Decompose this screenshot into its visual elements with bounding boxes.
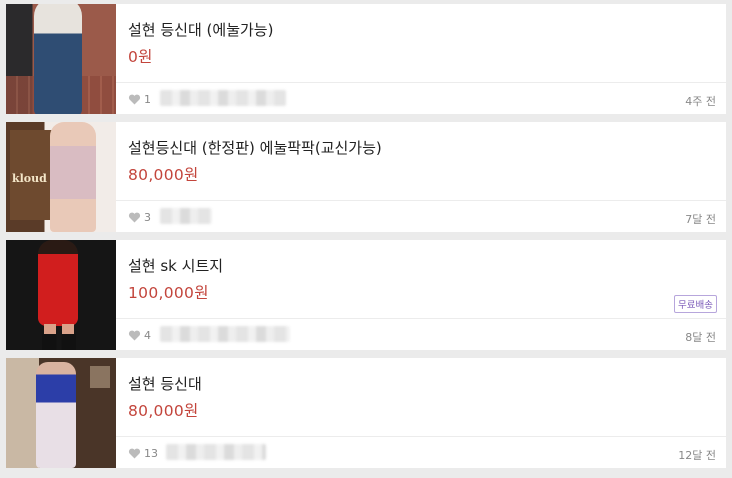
listing-thumbnail[interactable]: kloud <box>6 122 116 232</box>
seller-name-blurred <box>160 90 286 106</box>
like-count-value: 13 <box>144 447 158 460</box>
like-count[interactable]: 4 <box>128 329 151 342</box>
listing-title[interactable]: 설현 등신대 <box>128 373 202 394</box>
listing-card[interactable]: kloud 설현등신대 (한정판) 에눌팍팍(교신가능) 80,000원 3 7… <box>6 122 726 232</box>
listing-time: 7달 전 <box>685 213 716 226</box>
listing-card[interactable]: 설현 등신대 80,000원 13 12달 전 <box>6 358 726 468</box>
heart-icon <box>128 212 141 223</box>
like-count[interactable]: 3 <box>128 211 151 224</box>
heart-icon <box>128 448 141 459</box>
seller-name-blurred <box>166 444 266 460</box>
seller-name-blurred <box>160 208 212 224</box>
listing-title[interactable]: 설현 등신대 (에눌가능) <box>128 19 273 40</box>
divider <box>116 200 726 201</box>
listing-time: 4주 전 <box>685 95 716 108</box>
listing-card[interactable]: 설현 등신대 (에눌가능) 0원 1 4주 전 <box>6 4 726 114</box>
listing-title[interactable]: 설현등신대 (한정판) 에눌팍팍(교신가능) <box>128 137 382 158</box>
listing-price: 0원 <box>128 48 153 66</box>
seller-name-blurred <box>160 326 290 342</box>
like-count-value: 4 <box>144 329 151 342</box>
listing-list: 설현 등신대 (에눌가능) 0원 1 4주 전 kloud 설현등신대 (한정판… <box>0 0 732 478</box>
listing-price: 80,000원 <box>128 166 199 184</box>
listing-thumbnail[interactable] <box>6 4 116 114</box>
like-count-value: 1 <box>144 93 151 106</box>
divider <box>116 82 726 83</box>
listing-price: 80,000원 <box>128 402 199 420</box>
like-count[interactable]: 13 <box>128 447 158 460</box>
like-count[interactable]: 1 <box>128 93 151 106</box>
listing-price: 100,000원 <box>128 284 209 302</box>
free-shipping-badge: 무료배송 <box>674 295 717 313</box>
listing-thumbnail[interactable] <box>6 358 116 468</box>
listing-title[interactable]: 설현 sk 시트지 <box>128 255 223 276</box>
heart-icon <box>128 94 141 105</box>
listing-thumbnail[interactable] <box>6 240 116 350</box>
listing-time: 8달 전 <box>685 331 716 344</box>
divider <box>116 436 726 437</box>
listing-card[interactable]: 설현 sk 시트지 100,000원 무료배송 4 8달 전 <box>6 240 726 350</box>
divider <box>116 318 726 319</box>
heart-icon <box>128 330 141 341</box>
thumbnail-sign-text: kloud <box>12 172 47 185</box>
listing-time: 12달 전 <box>678 449 716 462</box>
like-count-value: 3 <box>144 211 151 224</box>
